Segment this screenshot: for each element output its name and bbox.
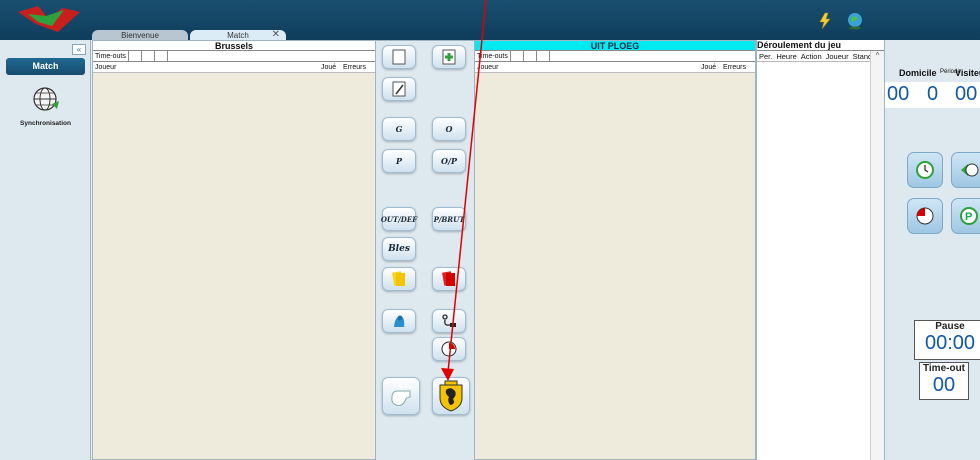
scroll-up-icon[interactable]: ^ bbox=[871, 51, 884, 60]
globe-sync-icon[interactable] bbox=[30, 84, 60, 114]
events-table-header: Per. Heure Action Joueur Stand bbox=[757, 51, 884, 62]
add-button[interactable] bbox=[432, 45, 466, 69]
yellow-card-icon bbox=[392, 271, 405, 286]
home-label: Domicile bbox=[899, 68, 937, 78]
pause-p-icon: P bbox=[960, 207, 978, 225]
stop-timer-icon bbox=[441, 341, 457, 357]
clock-back-icon bbox=[961, 163, 979, 177]
whistle-player-button[interactable] bbox=[432, 309, 466, 333]
add-icon bbox=[442, 49, 456, 65]
yellow-card-button[interactable] bbox=[382, 267, 416, 291]
sidebar-item-synchronisation[interactable]: Synchronisation bbox=[0, 120, 91, 127]
start-clock-button[interactable] bbox=[907, 152, 943, 188]
column-time: Heure bbox=[776, 52, 797, 61]
column-player: Joueur bbox=[825, 52, 849, 61]
timeout-box bbox=[129, 51, 142, 61]
pause-clock-button[interactable]: P bbox=[951, 198, 980, 234]
svg-text:P: P bbox=[965, 211, 972, 223]
timeout-box bbox=[537, 51, 550, 61]
away-team-name: UIT PLOEG bbox=[475, 41, 755, 51]
crest-button[interactable] bbox=[432, 377, 470, 415]
events-title: Déroulement du jeu bbox=[757, 40, 884, 51]
stop-clock-button[interactable] bbox=[907, 198, 943, 234]
collapse-sidebar-button[interactable]: « bbox=[72, 44, 86, 55]
timeout-label: Time-out bbox=[922, 363, 966, 374]
action-o-button[interactable]: O bbox=[432, 117, 466, 141]
globe-icon[interactable] bbox=[846, 12, 864, 30]
home-score: 00 bbox=[887, 83, 910, 105]
column-player: Joueur bbox=[477, 64, 499, 71]
tab-label: Match bbox=[227, 31, 249, 40]
timeout-box bbox=[155, 51, 168, 61]
sidebar: « Match Synchronisation bbox=[0, 40, 91, 460]
crest-icon bbox=[439, 380, 463, 412]
pause-time: 00:00 bbox=[924, 332, 976, 354]
events-scrollbar[interactable]: ^ bbox=[870, 51, 884, 460]
column-errors: Erreurs bbox=[723, 64, 746, 71]
app-header: Bienvenue Match ✕ bbox=[0, 0, 980, 42]
whistle-icon bbox=[391, 384, 412, 406]
home-player-table-header: Joueur Joué Erreurs bbox=[93, 62, 375, 73]
stop-timer-button[interactable] bbox=[432, 337, 466, 361]
home-team-panel: Brussels Time-outs Joueur Joué Erreurs bbox=[92, 40, 376, 460]
timeout-clock: Time-out 00 bbox=[919, 362, 969, 400]
timeouts-label: Time-outs bbox=[93, 51, 129, 61]
lightning-icon[interactable] bbox=[816, 12, 834, 30]
clock-back-button[interactable] bbox=[951, 152, 980, 188]
visitor-score: 00 bbox=[955, 83, 978, 105]
column-action: Action bbox=[800, 52, 822, 61]
pause-clock: Pause 00:00 bbox=[914, 320, 980, 360]
action-p-button[interactable]: P bbox=[382, 149, 416, 173]
sidebar-item-match[interactable]: Match bbox=[6, 58, 85, 75]
column-period: Per. bbox=[759, 52, 773, 61]
action-pbrut-button[interactable]: P/BRUT bbox=[432, 207, 466, 231]
timeout-box bbox=[524, 51, 537, 61]
pause-label: Pause bbox=[935, 321, 965, 332]
action-panel: G O P O/P OUT/DEF P/BRUT Bles bbox=[376, 40, 474, 460]
red-card-button[interactable] bbox=[432, 267, 466, 291]
away-player-table-header: Joueur Joué Erreurs bbox=[475, 62, 755, 73]
score-labels: Domicile Période Visiteur bbox=[885, 68, 980, 81]
timeouts-label: Time-outs bbox=[475, 51, 511, 61]
whistle-player-icon bbox=[442, 314, 456, 327]
visitor-label: Visiteur bbox=[955, 68, 980, 78]
column-player: Joueur bbox=[95, 64, 117, 71]
action-op-button[interactable]: O/P bbox=[432, 149, 466, 173]
away-team-panel: UIT PLOEG Time-outs Joueur Joué Erreurs bbox=[474, 40, 756, 460]
red-card-icon bbox=[442, 271, 455, 286]
timeout-box bbox=[142, 51, 155, 61]
edit-icon bbox=[392, 81, 406, 97]
action-bles-button[interactable]: Bles bbox=[382, 237, 416, 261]
column-played: Joué bbox=[701, 64, 717, 71]
app-logo bbox=[18, 6, 80, 32]
timeout-box bbox=[511, 51, 524, 61]
home-team-name: Brussels bbox=[93, 41, 375, 51]
substitution-button[interactable] bbox=[382, 309, 416, 333]
whistle-button[interactable] bbox=[382, 377, 420, 415]
home-timeouts-row: Time-outs bbox=[93, 51, 375, 62]
edit-button[interactable] bbox=[382, 77, 416, 101]
score-values: 00 0 00 bbox=[885, 82, 980, 108]
new-sheet-button[interactable] bbox=[382, 45, 416, 69]
stop-clock-icon bbox=[916, 207, 934, 225]
score-panel: Domicile Période Visiteur 00 0 00 P Paus… bbox=[884, 40, 980, 460]
away-timeouts-row: Time-outs bbox=[475, 51, 755, 62]
action-g-button[interactable]: G bbox=[382, 117, 416, 141]
column-errors: Erreurs bbox=[343, 64, 366, 71]
tab-label: Bienvenue bbox=[121, 31, 159, 40]
game-events-panel: Déroulement du jeu Per. Heure Action Jou… bbox=[756, 40, 884, 460]
clock-forward-icon bbox=[916, 161, 934, 179]
column-played: Joué bbox=[321, 64, 337, 71]
period-value: 0 bbox=[927, 83, 939, 105]
sheet-icon bbox=[392, 49, 406, 65]
timeout-value: 00 bbox=[932, 374, 956, 396]
player-icon bbox=[394, 315, 405, 327]
action-outdef-button[interactable]: OUT/DEF bbox=[381, 207, 417, 231]
